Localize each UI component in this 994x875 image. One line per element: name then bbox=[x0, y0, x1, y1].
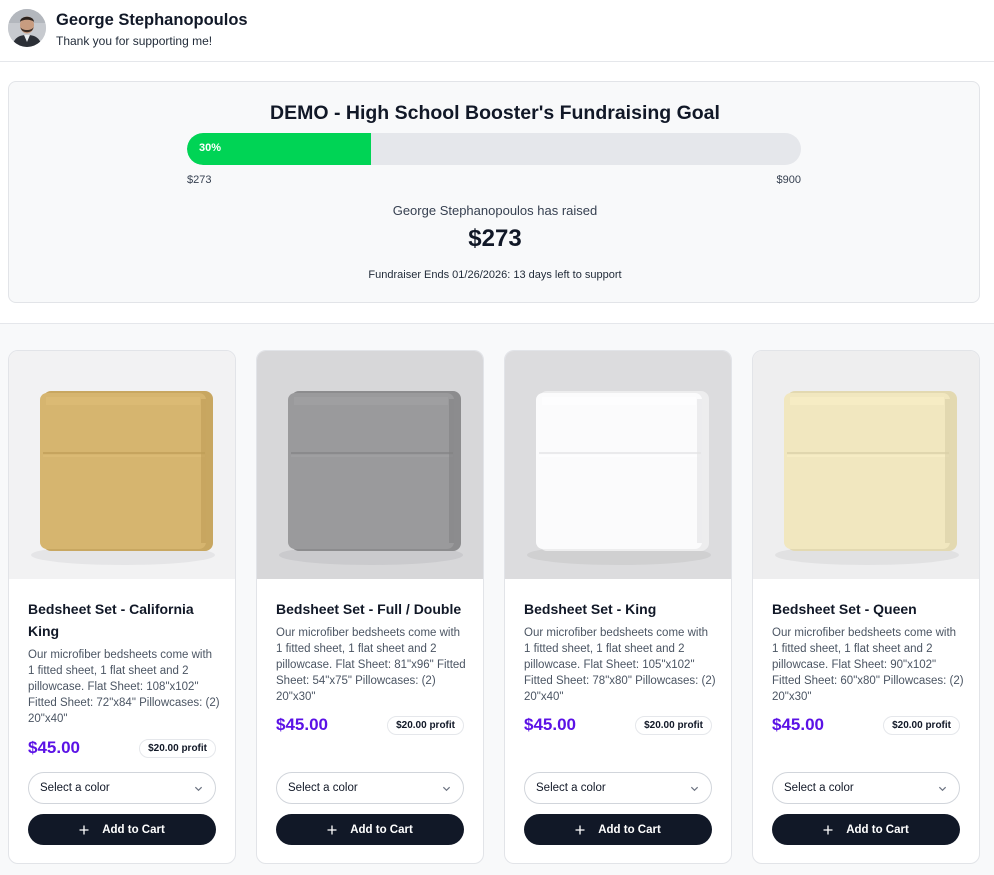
product-card: Bedsheet Set - King Our microfiber bedsh… bbox=[504, 350, 732, 864]
product-price: $45.00 bbox=[276, 715, 328, 734]
plus-icon bbox=[79, 825, 89, 834]
chevron-down-icon bbox=[194, 786, 203, 792]
color-select-label: Select a color bbox=[40, 782, 110, 794]
product-name: Bedsheet Set - California King bbox=[28, 601, 194, 639]
progress-max-label: $900 bbox=[776, 174, 801, 186]
add-to-cart-button[interactable]: Add to Cart bbox=[28, 814, 216, 845]
plus-icon bbox=[327, 825, 337, 834]
product-card: Bedsheet Set - Full / Double Our microfi… bbox=[256, 350, 484, 864]
product-name: Bedsheet Set - Full / Double bbox=[276, 601, 462, 617]
profit-badge: $20.00 profit bbox=[387, 716, 464, 735]
profit-badge: $20.00 profit bbox=[139, 739, 216, 758]
product-image bbox=[9, 351, 235, 579]
raised-amount: $273 bbox=[468, 225, 522, 252]
product-description: Our microfiber bedsheets come with 1 fit… bbox=[28, 649, 220, 725]
goal-title: DEMO - High School Booster's Fundraising… bbox=[270, 102, 720, 124]
progress-bar: 30% bbox=[187, 133, 801, 165]
add-to-cart-button[interactable]: Add to Cart bbox=[276, 814, 464, 845]
supporter-name: George Stephanopoulos bbox=[56, 11, 248, 29]
color-select-label: Select a color bbox=[784, 782, 854, 794]
progress-min-label: $273 bbox=[187, 174, 212, 186]
product-image bbox=[753, 351, 979, 579]
goal-section: DEMO - High School Booster's Fundraising… bbox=[0, 62, 994, 324]
product-price: $45.00 bbox=[524, 715, 576, 734]
fundraiser-end-text: Fundraiser Ends 01/26/2026: 13 days left… bbox=[368, 269, 622, 281]
chevron-down-icon bbox=[938, 786, 947, 792]
profit-badge: $20.00 profit bbox=[635, 716, 712, 735]
product-price: $45.00 bbox=[772, 715, 824, 734]
add-to-cart-label: Add to Cart bbox=[102, 823, 165, 836]
product-card: Bedsheet Set - Queen Our microfiber beds… bbox=[752, 350, 980, 864]
plus-icon bbox=[575, 825, 585, 834]
color-select[interactable]: Select a color bbox=[772, 772, 960, 804]
product-image bbox=[505, 351, 731, 579]
supporter-subtitle: Thank you for supporting me! bbox=[56, 34, 213, 48]
color-select-label: Select a color bbox=[288, 782, 358, 794]
product-description: Our microfiber bedsheets come with 1 fit… bbox=[276, 627, 466, 703]
add-to-cart-button[interactable]: Add to Cart bbox=[772, 814, 960, 845]
person-portrait-icon bbox=[8, 9, 46, 47]
add-to-cart-label: Add to Cart bbox=[598, 823, 661, 836]
avatar bbox=[8, 9, 46, 47]
progress-percent-label: 30% bbox=[199, 142, 222, 154]
product-price: $45.00 bbox=[28, 738, 80, 757]
product-name: Bedsheet Set - King bbox=[524, 601, 657, 617]
raised-label: George Stephanopoulos has raised bbox=[392, 203, 598, 218]
product-image bbox=[257, 351, 483, 579]
plus-icon bbox=[823, 825, 833, 834]
profit-badge: $20.00 profit bbox=[883, 716, 960, 735]
chevron-down-icon bbox=[690, 786, 699, 792]
color-select[interactable]: Select a color bbox=[524, 772, 712, 804]
product-card: Bedsheet Set - California King Our micro… bbox=[8, 350, 236, 864]
product-description: Our microfiber bedsheets come with 1 fit… bbox=[524, 627, 716, 703]
supporter-header: George Stephanopoulos Thank you for supp… bbox=[0, 0, 994, 62]
goal-card: DEMO - High School Booster's Fundraising… bbox=[8, 81, 980, 303]
color-select[interactable]: Select a color bbox=[28, 772, 216, 804]
product-description: Our microfiber bedsheets come with 1 fit… bbox=[772, 627, 964, 703]
chevron-down-icon bbox=[442, 786, 451, 792]
product-name: Bedsheet Set - Queen bbox=[772, 601, 917, 617]
add-to-cart-label: Add to Cart bbox=[846, 823, 909, 836]
progress-fill: 30% bbox=[187, 133, 371, 165]
color-select[interactable]: Select a color bbox=[276, 772, 464, 804]
add-to-cart-button[interactable]: Add to Cart bbox=[524, 814, 712, 845]
add-to-cart-label: Add to Cart bbox=[350, 823, 413, 836]
color-select-label: Select a color bbox=[536, 782, 606, 794]
